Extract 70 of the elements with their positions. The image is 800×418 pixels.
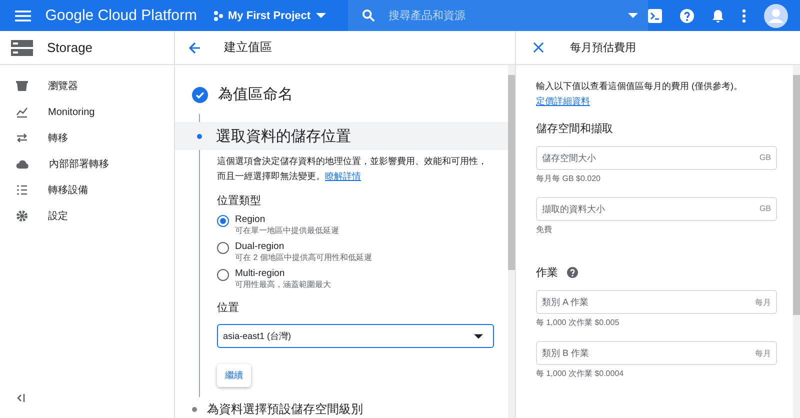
learn-more-link[interactable]: 瞭解詳情 xyxy=(325,171,361,181)
section-label: 位置類型 xyxy=(217,194,262,208)
location-dropdown[interactable]: asia-east1 (台灣) xyxy=(217,324,494,348)
scrollbar[interactable] xyxy=(793,65,800,418)
description-text: 這個選項會決定儲存資料的地理位置，並影響費用、效能和可用性，而且一經選擇即無法變更。瞭解詳情 xyxy=(217,155,488,183)
caret-icon xyxy=(628,13,638,18)
page-title: 建立值區 xyxy=(224,39,272,56)
continue-button[interactable]: 繼續 xyxy=(217,364,251,387)
avatar-icon[interactable] xyxy=(764,4,788,28)
price-hint: 免費 xyxy=(536,224,553,235)
section-heading: 儲存空間和擷取 xyxy=(536,122,613,136)
step-dot-icon xyxy=(197,134,202,138)
panel-title: 每月預估費用 xyxy=(570,41,636,55)
storage-icon xyxy=(11,40,33,56)
project-icon xyxy=(213,10,224,22)
caret-icon xyxy=(316,13,326,18)
step-title: 為值區命名 xyxy=(218,85,293,104)
section-heading: 作業 xyxy=(536,266,558,280)
price-hint: 每 1,000 次作業 $0.0004 xyxy=(536,368,625,379)
chart-icon xyxy=(16,106,28,118)
list-icon xyxy=(16,184,28,196)
step-dot-icon xyxy=(192,407,197,412)
unit-label: GB xyxy=(759,204,771,213)
sidebar-title: Storage xyxy=(47,40,93,55)
help-icon[interactable] xyxy=(680,8,694,22)
radio-label: Region xyxy=(235,214,266,225)
radio-label: Dual-region xyxy=(235,241,286,252)
radio-label: Multi-region xyxy=(235,268,286,279)
unit-label: GB xyxy=(759,153,771,162)
radio-button[interactable] xyxy=(217,269,229,281)
cloud-icon xyxy=(16,159,29,169)
sidebar-item[interactable]: 設定 xyxy=(0,203,174,229)
search-icon xyxy=(362,9,375,22)
radio-hint: 可在 2 個地區中提供高可用性和低延遲 xyxy=(235,252,372,263)
product-name: Google Cloud Platform xyxy=(45,7,198,24)
radio-button[interactable] xyxy=(217,242,229,254)
unit-label: 每月 xyxy=(755,297,771,308)
radio-hint: 可在單一地區中提供最低延遲 xyxy=(235,225,339,236)
radio-button[interactable] xyxy=(217,215,229,227)
sidebar-item[interactable]: Monitoring xyxy=(0,99,174,125)
step-title: 為資料選擇預設儲存空間級別 xyxy=(207,401,363,418)
caret-icon xyxy=(474,334,483,338)
radio-hint: 可用性最高，涵蓋範圍最大 xyxy=(235,279,331,290)
section-label: 位置 xyxy=(217,301,240,315)
price-hint: 每 1,000 次作業 $0.005 xyxy=(536,317,620,328)
terminal-icon[interactable] xyxy=(648,8,662,22)
project-selector[interactable]: My First Project xyxy=(213,10,326,22)
bucket-icon xyxy=(16,80,28,92)
pricing-link[interactable]: 定價詳細資料 xyxy=(536,96,590,106)
transfer-icon xyxy=(16,132,28,144)
intro-text: 輸入以下值以查看這個值區每月的費用 (僅供參考)。 定價詳細資料 xyxy=(536,80,744,108)
back-arrow-icon[interactable] xyxy=(189,42,201,54)
search-bar[interactable]: 搜尋產品和資源 xyxy=(348,0,648,31)
menu-icon[interactable] xyxy=(15,10,32,22)
collapse-icon[interactable] xyxy=(17,394,25,402)
help-icon[interactable] xyxy=(567,267,578,278)
unit-label: 每月 xyxy=(755,348,771,359)
scrollbar[interactable] xyxy=(508,65,515,418)
step-title: 選取資料的儲存位置 xyxy=(216,126,351,146)
close-icon[interactable] xyxy=(533,42,544,53)
sidebar-item[interactable]: 瀏覽器 xyxy=(0,73,174,99)
price-hint: 每月每 GB $0.020 xyxy=(536,173,602,184)
sidebar-item[interactable]: 轉移設備 xyxy=(0,177,174,203)
sidebar-item[interactable]: 轉移 xyxy=(0,125,174,151)
check-circle-icon xyxy=(192,86,208,102)
notifications-icon[interactable] xyxy=(712,8,724,22)
sidebar-item[interactable]: 內部部署轉移 xyxy=(0,151,174,177)
more-icon[interactable] xyxy=(742,8,746,22)
search-field[interactable]: 搜尋產品和資源 xyxy=(386,8,616,22)
settings-icon xyxy=(16,210,28,222)
